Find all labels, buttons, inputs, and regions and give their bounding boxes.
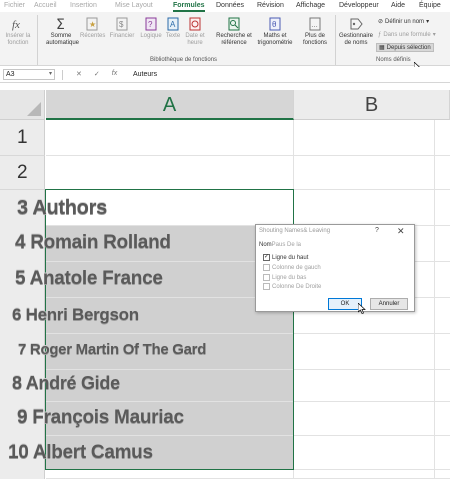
tab-page-layout[interactable]: Mise Layout (115, 2, 153, 9)
row-4-label: 4 Romain Rolland (15, 232, 171, 253)
table-row (46, 120, 450, 156)
math-trig-button[interactable]: θ Maths et trigonométrie (255, 16, 295, 47)
svg-text:A: A (170, 20, 176, 29)
table-row (46, 470, 450, 479)
formula-bar: A3 ▾ ✕ ✓ fx Auteurs (0, 67, 450, 83)
name-box[interactable]: A3 (3, 69, 55, 80)
book-icon: $ (116, 17, 128, 31)
logical-button[interactable]: ? Logique (140, 16, 162, 40)
cancel-icon[interactable]: ✕ (76, 70, 82, 78)
question-book-icon: ? (145, 17, 157, 31)
row-header-2[interactable]: 2 (0, 156, 45, 190)
cell-a2[interactable] (46, 156, 294, 189)
cancel-button[interactable]: Annuler (370, 298, 408, 310)
enter-icon[interactable]: ✓ (94, 70, 100, 78)
svg-text:Σ: Σ (56, 17, 65, 32)
chevron-down-icon: ▾ (432, 32, 436, 38)
svg-text:θ: θ (272, 20, 277, 29)
chevron-down-icon[interactable]: ▾ (49, 70, 52, 77)
cell-a1[interactable] (46, 120, 294, 155)
checkbox-icon (263, 283, 270, 290)
tab-help[interactable]: Aide (391, 2, 405, 9)
row-6-label: 6 Henri Bergson (12, 305, 139, 324)
names-group-label: Noms définis (376, 57, 411, 63)
checkbox-icon (263, 264, 270, 271)
more-functions-button[interactable]: … Plus de fonctions (299, 16, 331, 47)
tab-view[interactable]: Affichage (296, 2, 325, 9)
theta-book-icon: θ (269, 17, 281, 31)
help-button[interactable]: ? (375, 227, 379, 234)
create-names-dialog: Shouting Names& Leaving ? ✕ NomPaus De l… (255, 224, 415, 314)
magnifier-book-icon (228, 17, 240, 31)
clock-book-icon (189, 17, 201, 31)
tab-developer[interactable]: Développeur (339, 2, 379, 9)
chevron-down-icon: ▾ (426, 19, 430, 25)
close-button[interactable]: ✕ (397, 226, 405, 237)
name-manager-button[interactable]: Gestionnaire de noms (338, 16, 374, 47)
checkbox-icon: ✓ (263, 254, 270, 261)
select-all-button[interactable] (0, 90, 45, 120)
insert-function-button[interactable]: fx Insérer la fonction (1, 16, 35, 47)
dialog-title: Shouting Names& Leaving (259, 228, 331, 234)
row-7-label: 7 Roger Martin Of The Gard (18, 341, 207, 358)
date-time-button[interactable]: Date et heure (184, 16, 206, 47)
define-name-button[interactable]: ⊘ Définir un nom ▾ (378, 18, 430, 26)
star-icon: ★ (86, 17, 98, 31)
tab-review[interactable]: Révision (257, 2, 284, 9)
svg-text:…: … (311, 22, 318, 29)
tab-home[interactable]: Accueil (34, 2, 57, 9)
dialog-label: NomPaus De la (259, 242, 302, 248)
text-functions-button[interactable]: A Texte (164, 16, 182, 40)
svg-text:$: $ (119, 20, 124, 29)
library-group-label: Bibliothèque de fonctions (150, 57, 218, 63)
sigma-icon: Σ (56, 17, 65, 32)
formula-input[interactable]: Auteurs (133, 70, 157, 79)
use-in-formula-button[interactable]: ƒ Dans une formule ▾ (378, 31, 436, 39)
row-9-label: 9 François Mauriac (17, 407, 184, 428)
table-row (46, 156, 450, 190)
row-header-1[interactable]: 1 (0, 120, 45, 156)
ribbon-tabs: Fichier Accueil Insertion Mise Layout Fo… (0, 0, 450, 12)
tab-formulas[interactable]: Formules (173, 2, 205, 12)
row-5-label: 5 Anatole France (15, 268, 163, 289)
top-row-checkbox[interactable]: ✓ Ligne du haut (263, 254, 308, 261)
checkbox-icon (263, 274, 270, 281)
ok-button[interactable]: OK (328, 298, 362, 310)
right-column-checkbox[interactable]: Colonne De Droite (263, 283, 321, 290)
left-column-checkbox[interactable]: Colonne de gauch (263, 264, 321, 271)
tab-team[interactable]: Équipe (419, 2, 441, 9)
text-book-icon: A (167, 17, 179, 31)
recent-functions-button[interactable]: ★ Récentes (80, 16, 105, 40)
column-header-b[interactable]: B (294, 90, 450, 120)
tag-icon (350, 18, 363, 30)
row-8-label: 8 André Gide (12, 373, 120, 393)
column-header-a[interactable]: A (46, 90, 294, 120)
svg-text:?: ? (148, 20, 153, 29)
mouse-cursor-icon (358, 303, 366, 314)
fx-icon[interactable]: fx (112, 70, 117, 78)
tab-insert[interactable]: Insertion (70, 2, 97, 9)
tab-data[interactable]: Données (216, 2, 244, 9)
tab-file[interactable]: Fichier (4, 2, 25, 9)
svg-text:★: ★ (89, 20, 96, 29)
autosum-button[interactable]: Σ Somme automatique (46, 16, 79, 47)
lookup-reference-button[interactable]: Recherche et référence (214, 16, 254, 47)
row-3-label: 3 Authors (17, 197, 107, 219)
fx-icon: fx (12, 19, 20, 31)
svg-text:fx: fx (12, 19, 20, 31)
more-book-icon: … (309, 17, 321, 31)
grid-icon: ▦ (379, 45, 385, 51)
financial-button[interactable]: $ Financier (108, 16, 136, 40)
bottom-row-checkbox[interactable]: Ligne du bas (263, 274, 306, 281)
formula-icon: ƒ (378, 31, 382, 38)
define-name-icon: ⊘ (378, 19, 384, 25)
create-from-selection-button[interactable]: ▦ Depuis sélection (376, 43, 434, 52)
ribbon: fx Insérer la fonction Σ Somme automatiq… (0, 12, 450, 73)
row-10-label: 10 Albert Camus (8, 442, 153, 463)
